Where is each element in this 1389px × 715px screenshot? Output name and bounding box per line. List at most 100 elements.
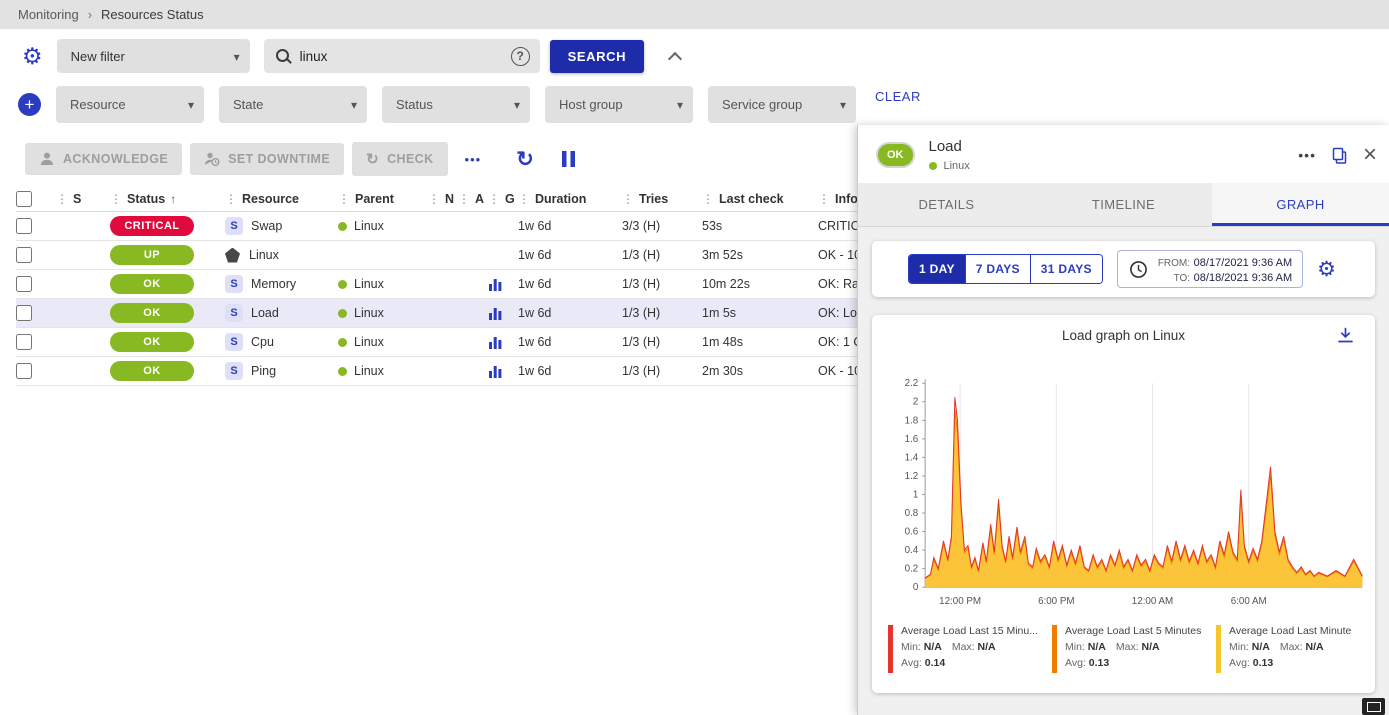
table-row[interactable]: OK SMemory Linux 1w 6d 1/3 (H) 10m 22s O… xyxy=(16,270,857,299)
parent-name[interactable]: Linux xyxy=(354,364,384,378)
legend-series-name[interactable]: Average Load Last 5 Minutes xyxy=(1065,625,1201,637)
help-icon[interactable] xyxy=(511,47,530,66)
select-all-checkbox[interactable] xyxy=(16,191,32,207)
information-cell: OK: 1 C xyxy=(818,335,857,349)
check-button[interactable]: CHECK xyxy=(352,142,447,176)
resource-name[interactable]: Memory xyxy=(251,277,296,291)
column-header-tries[interactable]: Tries xyxy=(622,192,702,206)
drag-handle-icon[interactable] xyxy=(518,192,535,206)
column-header-last-check[interactable]: Last check xyxy=(702,192,818,206)
fullscreen-icon[interactable] xyxy=(1362,698,1385,715)
sort-asc-icon[interactable] xyxy=(165,192,176,206)
drag-handle-icon[interactable] xyxy=(622,192,639,206)
column-header-duration[interactable]: Duration xyxy=(518,192,622,206)
service-group-filter-select[interactable]: Service group xyxy=(708,86,856,123)
row-checkbox[interactable] xyxy=(16,334,32,350)
resource-name[interactable]: Ping xyxy=(251,364,276,378)
table-row[interactable]: CRITICAL SSwap Linux 1w 6d 3/3 (H) 53s C… xyxy=(16,212,857,241)
legend-series-name[interactable]: Average Load Last 15 Minu... xyxy=(901,625,1038,637)
svg-text:12:00 PM: 12:00 PM xyxy=(939,596,981,607)
column-header-information[interactable]: Information xyxy=(818,192,857,206)
search-button[interactable]: SEARCH xyxy=(550,40,645,73)
drag-handle-icon[interactable] xyxy=(225,192,242,206)
filter-settings-gear-icon[interactable] xyxy=(22,45,43,68)
tab-graph[interactable]: GRAPH xyxy=(1212,183,1389,226)
search-input[interactable] xyxy=(300,49,511,64)
drag-handle-icon[interactable] xyxy=(488,192,505,206)
breadcrumb-item-resources-status[interactable]: Resources Status xyxy=(101,7,204,22)
row-checkbox[interactable] xyxy=(16,218,32,234)
drag-handle-icon[interactable] xyxy=(818,192,835,206)
tab-timeline[interactable]: TIMELINE xyxy=(1035,183,1212,226)
tab-details[interactable]: DETAILS xyxy=(858,183,1035,226)
row-checkbox[interactable] xyxy=(16,276,32,292)
table-row[interactable]: OK SCpu Linux 1w 6d 1/3 (H) 1m 48s OK: 1… xyxy=(16,328,857,357)
range-7-days-button[interactable]: 7 DAYS xyxy=(965,255,1030,283)
resource-name[interactable]: Linux xyxy=(249,248,279,262)
graph-icon[interactable] xyxy=(488,277,503,292)
table-row[interactable]: OK SLoad Linux 1w 6d 1/3 (H) 1m 5s OK: L… xyxy=(16,299,857,328)
drag-handle-icon[interactable] xyxy=(458,192,475,206)
svg-text:1.4: 1.4 xyxy=(905,452,919,463)
drag-handle-icon[interactable] xyxy=(110,192,127,206)
column-header-status[interactable]: Status xyxy=(110,192,225,206)
custom-time-range[interactable]: FROM: 08/17/2021 9:36 AM TO: 08/18/2021 … xyxy=(1117,250,1303,288)
set-downtime-button[interactable]: SET DOWNTIME xyxy=(190,143,344,175)
parent-name[interactable]: Linux xyxy=(354,335,384,349)
drag-handle-icon[interactable] xyxy=(428,192,445,206)
copy-link-icon[interactable] xyxy=(1330,146,1349,165)
column-header-severity[interactable]: S xyxy=(56,192,110,206)
breadcrumb-item-monitoring[interactable]: Monitoring xyxy=(18,7,79,22)
resource-name[interactable]: Load xyxy=(251,306,279,320)
graph-icon[interactable] xyxy=(488,306,503,321)
close-icon[interactable] xyxy=(1363,143,1377,167)
tries-cell: 1/3 (H) xyxy=(622,277,702,291)
column-header-graph[interactable]: G xyxy=(488,192,518,206)
pause-icon[interactable] xyxy=(562,151,575,167)
row-checkbox[interactable] xyxy=(16,247,32,263)
panel-header: OK Load Linux xyxy=(858,125,1389,183)
resource-name[interactable]: Cpu xyxy=(251,335,274,349)
drag-handle-icon[interactable] xyxy=(56,192,73,206)
last-check-cell: 2m 30s xyxy=(702,364,818,378)
range-31-days-button[interactable]: 31 DAYS xyxy=(1030,255,1102,283)
column-header-acknowledged[interactable]: A xyxy=(458,192,488,206)
download-icon[interactable] xyxy=(1336,326,1355,345)
range-1-day-button[interactable]: 1 DAY xyxy=(909,255,965,283)
more-actions-icon[interactable] xyxy=(456,149,491,170)
graph-settings-gear-icon[interactable] xyxy=(1317,259,1336,280)
load-chart-svg[interactable]: 12:00 PM6:00 PM12:00 AM6:00 AM00.20.40.6… xyxy=(882,373,1382,619)
status-filter-select[interactable]: Status xyxy=(382,86,530,123)
drag-handle-icon[interactable] xyxy=(338,192,355,206)
column-header-parent[interactable]: Parent xyxy=(338,192,428,206)
column-header-resource[interactable]: Resource xyxy=(225,192,338,206)
chevron-up-icon[interactable] xyxy=(668,52,682,66)
legend-item: Average Load Last 15 Minu... Min: N/AMax… xyxy=(888,625,1038,673)
legend-series-name[interactable]: Average Load Last Minute xyxy=(1229,625,1351,637)
parent-name[interactable]: Linux xyxy=(354,306,384,320)
host-group-filter-select[interactable]: Host group xyxy=(545,86,693,123)
row-checkbox[interactable] xyxy=(16,305,32,321)
panel-more-icon[interactable] xyxy=(1298,147,1316,163)
acknowledge-button[interactable]: ACKNOWLEDGE xyxy=(25,143,182,175)
saved-filter-select[interactable]: New filter xyxy=(57,39,250,73)
clear-filters-button[interactable]: CLEAR xyxy=(875,89,921,104)
refresh-icon[interactable] xyxy=(516,147,534,172)
parent-name[interactable]: Linux xyxy=(354,219,384,233)
resource-name[interactable]: Swap xyxy=(251,219,282,233)
state-filter-select[interactable]: State xyxy=(219,86,367,123)
panel-parent-link[interactable]: Linux xyxy=(944,160,970,172)
graph-icon[interactable] xyxy=(488,335,503,350)
drag-handle-icon[interactable] xyxy=(702,192,719,206)
column-header-notification[interactable]: N xyxy=(428,192,458,206)
parent-name[interactable]: Linux xyxy=(354,277,384,291)
legend-item: Average Load Last Minute Min: N/AMax: N/… xyxy=(1216,625,1366,673)
resource-filter-select[interactable]: Resource xyxy=(56,86,204,123)
search-box[interactable] xyxy=(264,39,540,73)
duration-cell: 1w 6d xyxy=(518,219,622,233)
table-row[interactable]: UP Linux 1w 6d 1/3 (H) 3m 52s OK - 10 xyxy=(16,241,857,270)
table-row[interactable]: OK SPing Linux 1w 6d 1/3 (H) 2m 30s OK -… xyxy=(16,357,857,386)
row-checkbox[interactable] xyxy=(16,363,32,379)
add-criteria-icon[interactable] xyxy=(18,93,41,116)
graph-icon[interactable] xyxy=(488,364,503,379)
